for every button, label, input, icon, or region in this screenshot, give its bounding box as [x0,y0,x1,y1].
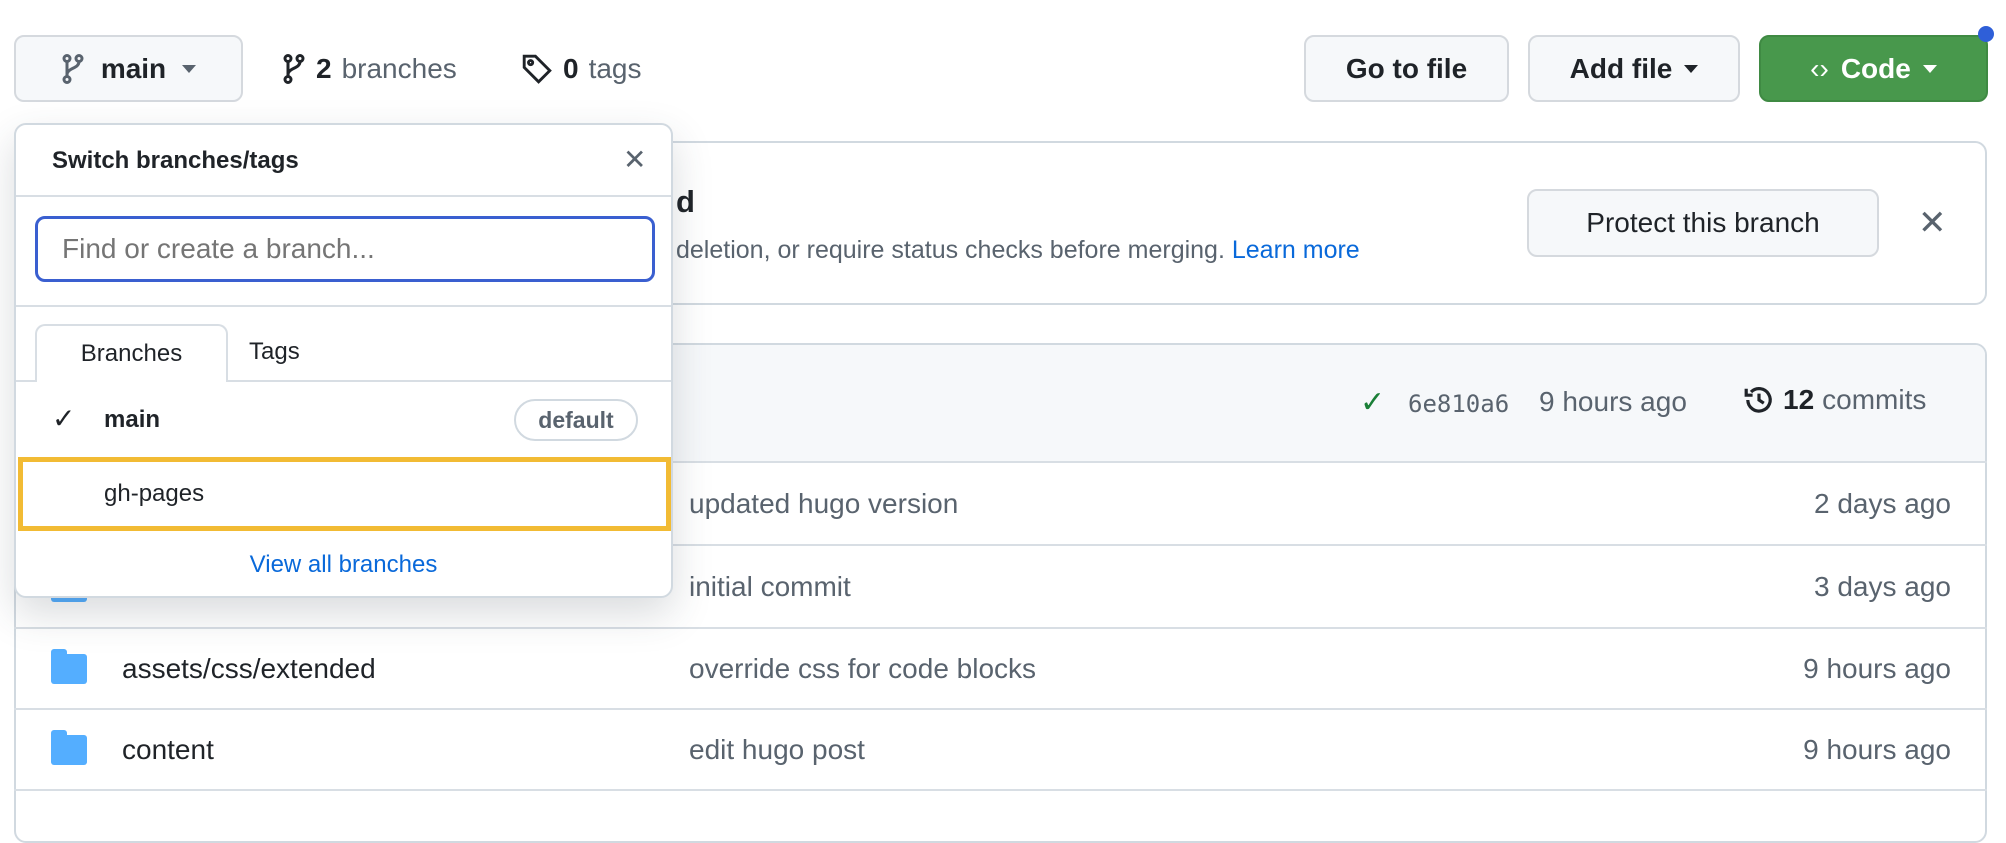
dropdown-title: Switch branches/tags [52,147,299,174]
close-icon[interactable]: ✕ [623,143,646,176]
add-file-label: Add file [1569,52,1673,84]
tab-label: Tags [249,338,300,365]
default-badge: default [514,399,638,441]
banner-description: deletion, or require status checks befor… [676,236,1225,264]
go-to-file-label: Go to file [1345,52,1468,84]
commit-message[interactable]: override css for code blocks [689,653,1036,685]
file-name[interactable]: content [122,734,214,766]
protect-branch-label: Protect this branch [1586,207,1820,238]
view-all-branches-link[interactable]: View all branches [16,551,671,579]
row-divider [14,789,1987,791]
commit-date: 2 days ago [1814,487,1951,519]
go-to-file-button[interactable]: Go to file [1304,35,1509,102]
branch-name: gh-pages [104,480,205,507]
commit-message[interactable]: updated hugo version [689,488,958,520]
protect-branch-button[interactable]: Protect this branch [1527,189,1879,257]
tags-label: tags [588,52,642,84]
branch-item-main[interactable]: ✓ main default [16,384,671,457]
commit-hash-link[interactable]: 6e810a6 [1408,390,1509,418]
caret-down-icon [1922,64,1937,73]
tag-icon [522,54,552,84]
branches-label: branches [341,52,457,84]
commits-label: commits [1822,384,1927,415]
folder-icon [51,729,87,765]
branch-name: main [104,406,161,433]
commit-date: 9 hours ago [1803,733,1951,765]
banner-text: deletion, or require status checks befor… [676,236,1360,265]
folder-icon [51,648,87,684]
add-file-button[interactable]: Add file [1528,35,1740,102]
commit-message[interactable]: initial commit [689,571,851,603]
branch-item-gh-pages[interactable]: gh-pages [18,457,671,531]
caret-down-icon [1684,64,1699,73]
tags-link[interactable]: 0 tags [521,35,642,102]
file-name[interactable]: assets/css/extended [122,653,376,685]
commits-link[interactable]: 12 commits [1743,384,1926,416]
commit-message[interactable]: edit hugo post [689,734,865,766]
banner-title: d [676,184,695,219]
tags-count: 0 [563,52,579,84]
branch-search-input[interactable] [35,216,655,282]
check-icon: ✓ [52,403,76,434]
commit-date: 3 days ago [1814,570,1951,602]
code-label: Code [1840,52,1911,84]
git-branch-icon [62,53,84,84]
commit-date: 9 hours ago [1803,652,1951,684]
file-row[interactable]: assets/css/extended override css for cod… [14,627,1987,708]
learn-more-link[interactable]: Learn more [1232,236,1360,264]
code-icon: ‹› [1810,52,1829,84]
tab-label: Branches [80,340,183,367]
check-icon: ✓ [1360,386,1386,419]
code-button[interactable]: ‹› Code [1759,35,1988,102]
commits-count: 12 [1783,384,1815,415]
tab-branches[interactable]: Branches [35,324,228,382]
file-row[interactable]: content edit hugo post 9 hours ago [14,708,1987,789]
close-icon[interactable]: ✕ [1918,203,1947,243]
branches-link[interactable]: 2 branches [282,35,457,102]
current-branch-label: main [100,52,167,84]
git-branch-icon [283,53,305,84]
history-icon [1744,387,1772,413]
branch-switcher-dropdown: Switch branches/tags ✕ Branches Tags ✓ m… [14,123,673,598]
caret-down-icon [182,64,197,73]
branches-count: 2 [316,52,332,84]
divider [16,305,671,307]
divider [16,195,671,197]
notification-dot [1978,26,1994,42]
commit-time: 9 hours ago [1539,386,1687,417]
tab-tags[interactable]: Tags [249,324,300,380]
branch-select-button[interactable]: main [14,35,243,102]
